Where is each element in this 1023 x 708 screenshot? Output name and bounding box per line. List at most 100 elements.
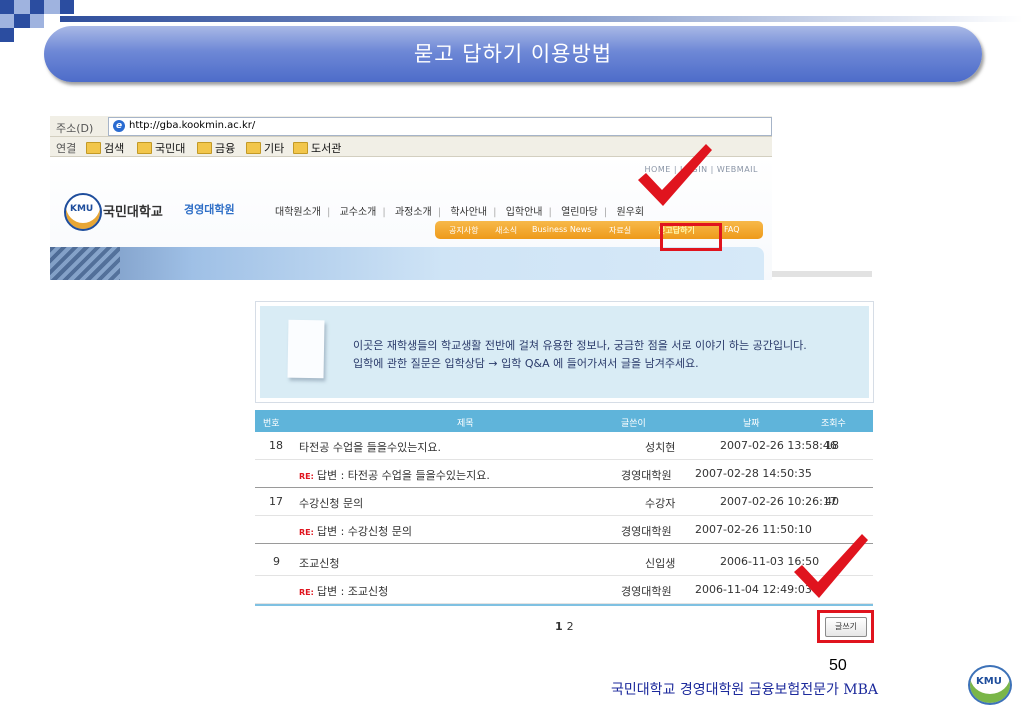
- header-views: 조회수: [821, 419, 846, 429]
- logo-subtitle[interactable]: 경영대학원: [184, 201, 235, 217]
- nav-item[interactable]: 교수소개: [340, 207, 377, 218]
- row-date: 2007-02-26 10:26:17: [720, 495, 837, 508]
- row-no: 18: [269, 439, 283, 452]
- row-title[interactable]: 조교신청: [299, 555, 339, 571]
- decor-square: [14, 0, 30, 14]
- header-title: 제목: [457, 419, 474, 429]
- info-text-1: 이곳은 재학생들의 학교생활 전반에 걸쳐 유용한 정보나, 궁금한 점을 서로…: [353, 339, 807, 352]
- address-bar: 주소(D) e http://gba.kookmin.ac.kr/: [50, 116, 772, 137]
- row-author: 성치현: [645, 441, 676, 454]
- row-author: 경영대학원: [621, 469, 672, 482]
- decor-square: [0, 14, 14, 28]
- header-author: 글쓴이: [621, 419, 646, 429]
- link-label: 국민대: [155, 142, 186, 155]
- decor-square: [30, 14, 44, 28]
- folder-icon: [197, 142, 212, 154]
- links-label: 연결: [56, 142, 77, 155]
- link-label: 도서관: [311, 142, 342, 155]
- row-title[interactable]: 답변 : 조교신청: [317, 585, 388, 598]
- row-author: 경영대학원: [621, 525, 672, 538]
- row-title[interactable]: 수강신청 문의: [299, 495, 363, 511]
- folder-icon: [86, 142, 101, 154]
- decor-square: [0, 28, 14, 42]
- nav-item[interactable]: 대학원소개: [275, 207, 321, 218]
- row-no: 9: [273, 555, 280, 568]
- table-bottom-line: [255, 604, 873, 606]
- table-header: 번호 제목 글쓴이 날짜 조회수: [255, 410, 873, 432]
- footer-text: 국민대학교 경영대학원 금융보험전문가 MBA: [611, 682, 879, 698]
- nav-item[interactable]: 열린마당: [561, 207, 598, 218]
- row-author: 경영대학원: [621, 585, 672, 598]
- link-library[interactable]: 도서관: [293, 140, 341, 156]
- nav-item[interactable]: 입학안내: [506, 207, 543, 218]
- row-author: 수강자: [645, 497, 676, 510]
- header-no: 번호: [263, 419, 280, 429]
- divider: [772, 271, 872, 277]
- reply-badge: RE:: [299, 528, 314, 537]
- hero-banner: [50, 247, 764, 280]
- nav-item[interactable]: 학사안내: [450, 207, 487, 218]
- row-title[interactable]: 답변 : 수강신청 문의: [317, 525, 412, 538]
- decor-square: [0, 0, 14, 14]
- banner-stripe: [60, 16, 1023, 22]
- row-title[interactable]: 타전공 수업을 들을수있는지요.: [299, 439, 441, 455]
- link-kookmin[interactable]: 국민대: [137, 140, 185, 156]
- address-label: 주소(D): [56, 122, 94, 135]
- row-views: 40: [825, 495, 839, 508]
- info-text-2: 입학에 관한 질문은 입학상담 → 입학 Q&A 에 들어가셔서 글을 남겨주세…: [353, 357, 699, 370]
- checkmark-icon: [638, 144, 712, 206]
- link-label: 검색: [104, 142, 125, 155]
- page-number: 50: [829, 657, 847, 674]
- note-icon: [287, 319, 325, 379]
- ie-icon: e: [113, 120, 125, 132]
- subnav-faq[interactable]: FAQ: [724, 225, 740, 234]
- link-etc[interactable]: 기타: [246, 140, 284, 156]
- subnav-archive[interactable]: 자료실: [609, 225, 631, 236]
- table-row[interactable]: 9 조교신청 신입생 2006-11-03 16:50: [255, 548, 873, 576]
- decor-square: [44, 0, 60, 14]
- slide-title: 묻고 답하기 이용방법: [413, 42, 613, 66]
- row-title[interactable]: 답변 : 타전공 수업을 들을수있는지요.: [317, 469, 490, 482]
- reply-badge: RE:: [299, 472, 314, 481]
- folder-icon: [137, 142, 152, 154]
- board-table: 번호 제목 글쓴이 날짜 조회수 18 타전공 수업을 들을수있는지요. 성치현…: [255, 410, 873, 604]
- url-input[interactable]: e http://gba.kookmin.ac.kr/: [108, 117, 772, 136]
- table-row[interactable]: RE: 답변 : 수강신청 문의 경영대학원 2007-02-26 11:50:1…: [255, 516, 873, 544]
- page-link[interactable]: 2: [567, 620, 574, 633]
- highlight-box-qna: [660, 223, 722, 251]
- info-panel: 이곳은 재학생들의 학교생활 전반에 걸쳐 유용한 정보나, 궁금한 점을 서로…: [260, 306, 869, 398]
- nav-item[interactable]: 과정소개: [395, 207, 432, 218]
- row-views: 18: [825, 439, 839, 452]
- header-date: 날짜: [743, 419, 760, 429]
- link-search[interactable]: 검색: [86, 140, 124, 156]
- pagination: 12: [555, 620, 574, 633]
- row-date: 2007-02-26 13:58:46: [720, 439, 837, 452]
- kmu-logo-icon[interactable]: KMU: [64, 193, 102, 231]
- link-label: 금융: [215, 142, 236, 155]
- link-label: 기타: [264, 142, 285, 155]
- decor-square: [30, 0, 44, 14]
- link-finance[interactable]: 금융: [197, 140, 235, 156]
- subnav-news[interactable]: 새소식: [495, 225, 517, 236]
- board-info-box: 이곳은 재학생들의 학교생활 전반에 걸쳐 유용한 정보나, 궁금한 점을 서로…: [255, 301, 874, 403]
- logo-name[interactable]: 국민대학교: [103, 201, 163, 220]
- table-row[interactable]: 18 타전공 수업을 들을수있는지요. 성치현 2007-02-26 13:58…: [255, 432, 873, 460]
- main-nav: 대학원소개 | 교수소개 | 과정소개 | 학사안내 | 입학안내 | 열린마당 | 원우회: [275, 207, 645, 218]
- highlight-box-write: [817, 610, 874, 643]
- folder-icon: [246, 142, 261, 154]
- row-author: 신입생: [645, 557, 676, 570]
- table-row[interactable]: RE: 답변 : 조교신청 경영대학원 2006-11-04 12:49:03: [255, 576, 873, 604]
- checkmark-icon: [794, 534, 868, 598]
- subnav-business-news[interactable]: Business News: [532, 225, 591, 234]
- table-row[interactable]: RE: 답변 : 타전공 수업을 들을수있는지요. 경영대학원 2007-02-2…: [255, 460, 873, 488]
- decor-square: [14, 14, 30, 28]
- logo-badge: KMU: [70, 204, 94, 214]
- footer-logo-text: KMU: [976, 676, 1002, 687]
- building-image: [50, 247, 120, 280]
- row-no: 17: [269, 495, 283, 508]
- table-row[interactable]: 17 수강신청 문의 수강자 2007-02-26 10:26:17 40: [255, 488, 873, 516]
- page-link[interactable]: 1: [555, 620, 563, 633]
- decor-square: [60, 0, 74, 14]
- subnav-notice[interactable]: 공지사항: [449, 225, 478, 236]
- folder-icon: [293, 142, 308, 154]
